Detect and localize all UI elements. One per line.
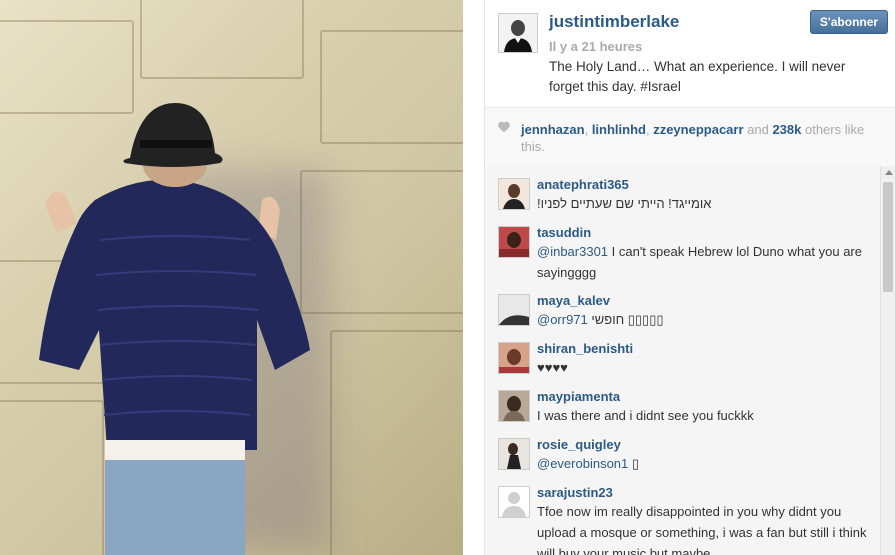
- scroll-up-arrow-icon[interactable]: [885, 170, 893, 175]
- liker-link[interactable]: zzeyneppacarr: [653, 122, 743, 137]
- commenter-username[interactable]: sarajustin23: [537, 485, 613, 500]
- post-header: justintimberlake Il y a 21 heures The Ho…: [485, 0, 895, 107]
- person-figure: [39, 103, 310, 555]
- comments-list[interactable]: anatephrati365 אומייגד! הייתי שם שעתיים …: [485, 166, 880, 555]
- likes-text: jennhazan, linhlinhd, zzeyneppacarr and …: [521, 122, 865, 154]
- likes-section: jennhazan, linhlinhd, zzeyneppacarr and …: [485, 107, 895, 167]
- mention-link[interactable]: @inbar3301: [537, 244, 608, 259]
- commenter-avatar[interactable]: [498, 438, 530, 470]
- liker-link[interactable]: linhlinhd: [592, 122, 646, 137]
- commenter-username[interactable]: maya_kalev: [537, 293, 610, 308]
- comment-text: @orr971 חופשי ▯▯▯▯▯: [537, 312, 664, 327]
- commenter-avatar[interactable]: [498, 390, 530, 422]
- commenter-username[interactable]: anatephrati365: [537, 177, 629, 192]
- follow-button[interactable]: S'abonner: [810, 10, 888, 34]
- comment-text: @everobinson1 ▯: [537, 456, 640, 471]
- liker-link[interactable]: jennhazan: [521, 122, 585, 137]
- commenter-avatar[interactable]: [498, 342, 530, 374]
- heart-icon[interactable]: [497, 120, 511, 134]
- comment-text: I was there and i didnt see you fuckkk: [537, 408, 754, 423]
- commenter-username[interactable]: maypiamenta: [537, 389, 620, 404]
- author-avatar[interactable]: [498, 13, 538, 53]
- default-avatar-icon[interactable]: [498, 486, 530, 518]
- commenter-avatar[interactable]: [498, 178, 530, 210]
- author-username[interactable]: justintimberlake: [549, 12, 679, 32]
- commenter-avatar[interactable]: [498, 226, 530, 258]
- post-caption: The Holy Land… What an experience. I wil…: [549, 59, 846, 94]
- comment-text: אומייגד! הייתי שם שעתיים לפניו!: [537, 196, 712, 211]
- mention-link[interactable]: @everobinson1: [537, 456, 628, 471]
- comments-scrollbar[interactable]: [880, 166, 895, 555]
- post-details-panel: justintimberlake Il y a 21 heures The Ho…: [484, 0, 895, 555]
- commenter-username[interactable]: tasuddin: [537, 225, 591, 240]
- likes-count[interactable]: 238k: [772, 122, 801, 137]
- mention-link[interactable]: @orr971: [537, 312, 588, 327]
- comment-text: @inbar3301 I can't speak Hebrew lol Duno…: [537, 244, 862, 280]
- commenter-avatar[interactable]: [498, 294, 530, 326]
- comment-text: Tfoe now im really disappointed in you w…: [537, 504, 867, 555]
- post-timestamp[interactable]: Il y a 21 heures: [549, 39, 642, 54]
- scrollbar-thumb[interactable]: [883, 182, 893, 292]
- post-photo[interactable]: [0, 0, 463, 555]
- commenter-username[interactable]: shiran_benishti: [537, 341, 633, 356]
- comment-text: ♥♥♥♥: [537, 360, 568, 375]
- commenter-username[interactable]: rosie_quigley: [537, 437, 621, 452]
